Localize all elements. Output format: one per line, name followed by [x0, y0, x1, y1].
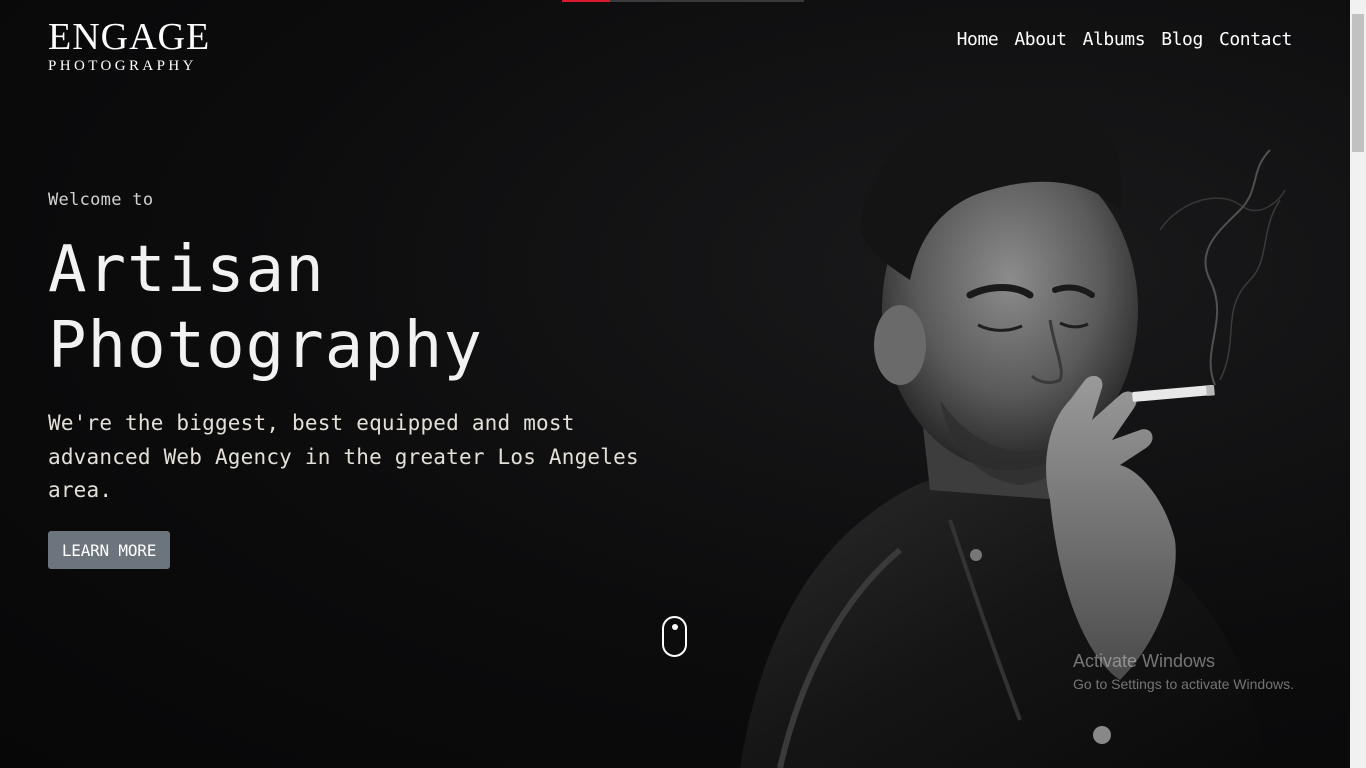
- site-logo[interactable]: ENGAGE PHOTOGRAPHY: [48, 18, 228, 75]
- logo-main-text: ENGAGE: [48, 16, 211, 58]
- nav-home[interactable]: Home: [957, 29, 999, 50]
- page-scrollbar[interactable]: [1350, 0, 1366, 768]
- hero-section: ENGAGE PHOTOGRAPHY Home About Albums Blo…: [0, 0, 1350, 768]
- page-loader-bar: [562, 0, 804, 2]
- nav-about[interactable]: About: [1014, 29, 1067, 50]
- hero-title-line-2: Photography: [48, 309, 483, 383]
- hero-title-line-1: Artisan: [48, 233, 325, 307]
- logo-sub-text: PHOTOGRAPHY: [48, 58, 197, 74]
- main-nav: Home About Albums Blog Contact: [957, 29, 1293, 50]
- hero-title: Artisan Photography: [48, 232, 608, 384]
- watermark-subtitle: Go to Settings to activate Windows.: [1073, 676, 1294, 692]
- hero-description: We're the biggest, best equipped and mos…: [48, 411, 639, 502]
- learn-more-button[interactable]: LEARN MORE: [48, 531, 170, 569]
- windows-activation-watermark: Activate Windows Go to Settings to activ…: [1073, 651, 1294, 692]
- nav-contact[interactable]: Contact: [1219, 29, 1292, 50]
- nav-blog[interactable]: Blog: [1161, 29, 1203, 50]
- mouse-scroll-icon[interactable]: [662, 616, 687, 657]
- mouse-wheel-dot: [672, 624, 678, 630]
- scrollbar-thumb[interactable]: [1352, 14, 1364, 152]
- hero-welcome: Welcome to: [48, 190, 154, 210]
- watermark-title: Activate Windows: [1073, 651, 1216, 671]
- page-loader-fill: [562, 0, 611, 2]
- nav-albums[interactable]: Albums: [1083, 29, 1146, 50]
